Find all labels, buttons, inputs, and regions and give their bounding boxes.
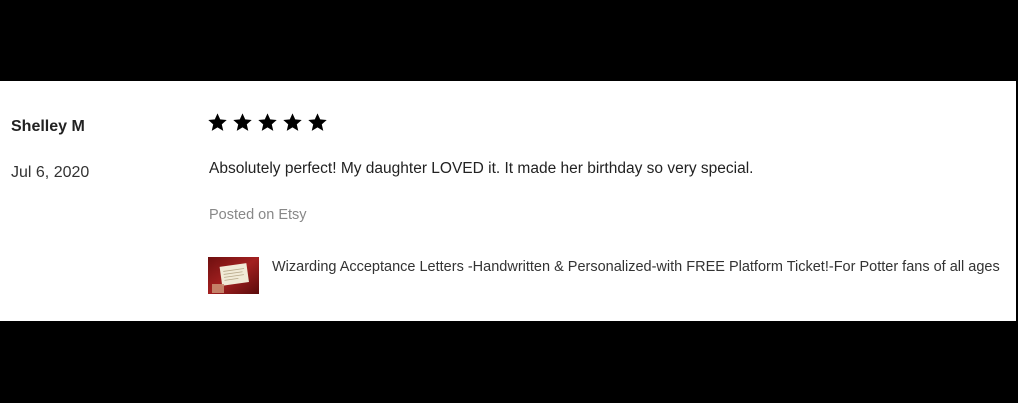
review-text: Absolutely perfect! My daughter LOVED it…	[209, 160, 754, 177]
star-icon	[208, 113, 227, 131]
star-icon	[308, 113, 327, 131]
star-icon	[233, 113, 252, 131]
star-icon	[258, 113, 277, 131]
review-source: Posted on Etsy	[209, 207, 307, 223]
product-title[interactable]: Wizarding Acceptance Letters -Handwritte…	[272, 259, 1002, 276]
product-link[interactable]: Wizarding Acceptance Letters -Handwritte…	[208, 257, 1002, 294]
review-date: Jul 6, 2020	[11, 164, 90, 181]
reviewer-name: Shelley M	[11, 118, 85, 135]
star-icon	[283, 113, 302, 131]
product-thumbnail[interactable]	[208, 257, 259, 294]
star-rating	[207, 112, 328, 133]
